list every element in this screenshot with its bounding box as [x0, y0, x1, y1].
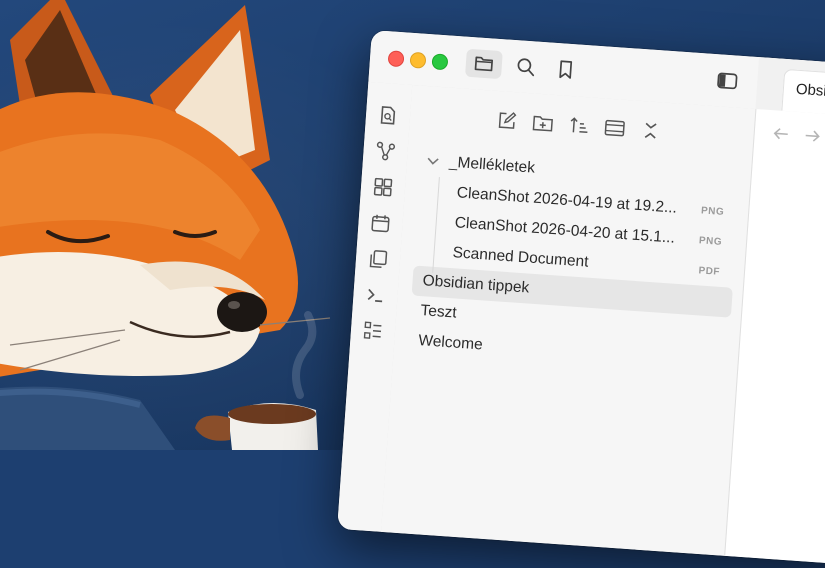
forward-button[interactable]: [803, 126, 822, 145]
new-folder-button[interactable]: [529, 109, 557, 137]
copy-icon: [369, 250, 388, 268]
file-label: Scanned Document: [452, 244, 590, 271]
sidebar-toggle-button[interactable]: [708, 66, 746, 96]
sort-icon: [570, 117, 588, 134]
close-window-button[interactable]: [387, 50, 405, 68]
bookmarks-tab-button[interactable]: [547, 54, 585, 84]
folder-icon: [474, 56, 494, 72]
tab-label: Obsidian: [795, 80, 825, 102]
bookmark-icon: [559, 60, 573, 79]
file-label: Welcome: [417, 332, 484, 354]
files-tab-button[interactable]: [464, 48, 503, 80]
graph-view-icon: [376, 141, 396, 161]
file-extension-badge: PNG: [698, 234, 723, 248]
canvas-icon: [373, 177, 393, 197]
back-button[interactable]: [771, 124, 790, 143]
app-window: Obsidian _Mellékletek CleanShot 2026-04-…: [337, 30, 825, 568]
canvas-button[interactable]: [370, 174, 396, 200]
command-palette-button[interactable]: [363, 282, 389, 308]
search-icon: [517, 58, 535, 77]
file-extension-badge: PNG: [700, 204, 725, 218]
editor-navigation: [771, 124, 822, 145]
quick-switcher-button[interactable]: [375, 103, 401, 129]
calendar-icon: [371, 214, 390, 233]
outline-button[interactable]: [360, 318, 386, 344]
minimize-window-button[interactable]: [409, 51, 427, 69]
file-tree: _Mellékletek CleanShot 2026-04-19 at 19.…: [407, 146, 741, 378]
file-label: Obsidian tippek: [422, 272, 530, 297]
file-extension-badge: PDF: [698, 264, 721, 278]
chevron-down-icon: [427, 157, 444, 166]
new-folder-icon: [532, 115, 553, 132]
collapse-all-icon: [644, 122, 657, 139]
daily-note-button[interactable]: [368, 210, 394, 236]
explorer-toolbar: [493, 107, 664, 145]
file-explorer: _Mellékletek CleanShot 2026-04-19 at 19.…: [381, 84, 757, 556]
zoom-window-button[interactable]: [431, 53, 449, 71]
sort-button[interactable]: [565, 112, 593, 140]
folder-label: _Mellékletek: [448, 153, 536, 177]
auto-reveal-icon: [604, 119, 625, 137]
outline-icon: [363, 321, 382, 339]
search-tab-button[interactable]: [507, 52, 545, 82]
arrow-left-icon: [773, 128, 788, 140]
graph-view-button[interactable]: [373, 138, 399, 164]
file-label: Teszt: [419, 302, 458, 322]
new-note-icon: [498, 112, 517, 129]
collapse-all-button[interactable]: [637, 117, 665, 145]
terminal-icon: [367, 288, 383, 303]
sidebar-toggle-icon: [717, 72, 738, 90]
templates-button[interactable]: [365, 246, 391, 272]
auto-reveal-button[interactable]: [601, 114, 629, 142]
arrow-right-icon: [805, 130, 820, 142]
new-note-button[interactable]: [493, 107, 521, 135]
quick-switcher-icon: [380, 106, 396, 125]
